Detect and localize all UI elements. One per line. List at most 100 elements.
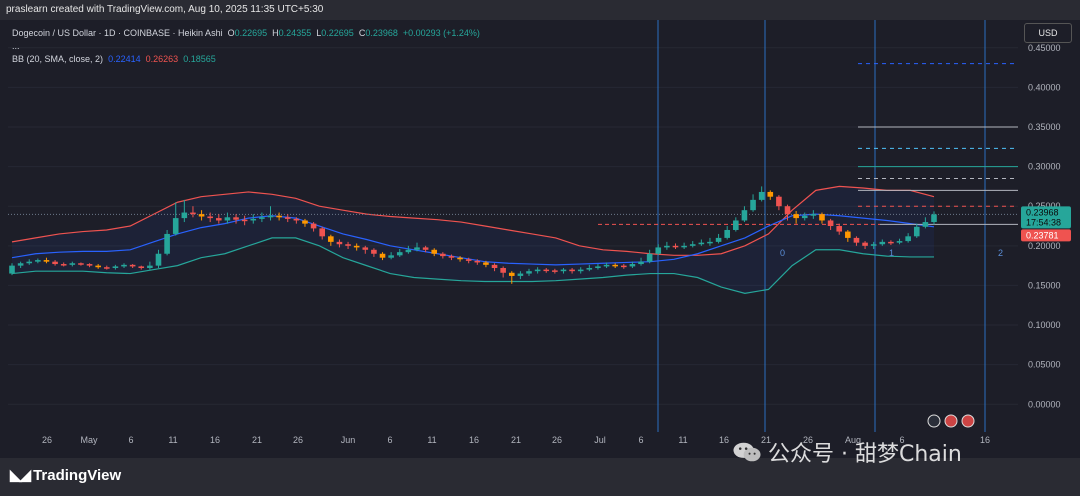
candle-body <box>448 256 455 258</box>
candle-body <box>896 241 903 243</box>
bb-row[interactable]: BB (20, SMA, close, 2) 0.22414 0.26263 0… <box>12 53 480 66</box>
wechat-icon <box>733 442 761 462</box>
candle-body <box>284 217 291 219</box>
candle-body <box>164 233 170 254</box>
high-value: 0.24355 <box>278 28 312 38</box>
chart-legend: Dogecoin / US Dollar · 1D · COINBASE · H… <box>12 27 480 66</box>
x-tick-label: 26 <box>293 435 303 445</box>
candle-body <box>827 220 834 227</box>
candle-body <box>172 218 179 234</box>
candle-body <box>715 237 722 242</box>
candle-body <box>905 236 911 242</box>
y-tick-label: 0.00000 <box>1028 399 1061 409</box>
candle-body <box>69 263 76 265</box>
close-value: 0.23968 <box>365 28 398 38</box>
x-tick-label: Jul <box>594 435 606 445</box>
candle-body <box>672 245 679 248</box>
candle-body <box>586 268 593 270</box>
candle-body <box>836 226 843 232</box>
x-tick-label: 6 <box>387 435 392 445</box>
candle-body <box>603 264 610 267</box>
publisher-bar: praslearn created with TradingView.com, … <box>0 0 1080 20</box>
x-tick-label: 6 <box>638 435 643 445</box>
fib-level-label: 1 <box>889 248 894 258</box>
candle-body <box>646 253 653 262</box>
candle-body <box>931 214 937 223</box>
tradingview-logo: ◣◢ TradingView <box>10 466 122 485</box>
candle-body <box>293 218 300 221</box>
candle-body <box>121 264 127 267</box>
candle-body <box>517 273 524 276</box>
candle-body <box>810 214 817 216</box>
candle-body <box>371 249 377 254</box>
candle-body <box>440 253 446 257</box>
symbol-title: Dogecoin / US Dollar · 1D · COINBASE · H… <box>12 28 223 38</box>
candle-body <box>595 266 601 269</box>
x-tick-label: 16 <box>210 435 220 445</box>
candle-body <box>95 265 101 268</box>
candle-body <box>86 264 93 266</box>
x-tick-label: 26 <box>552 435 562 445</box>
candle-body <box>552 270 558 272</box>
x-tick-label: 16 <box>469 435 479 445</box>
y-tick-label: 0.15000 <box>1028 280 1061 290</box>
candle-body <box>724 229 730 238</box>
candle-body <box>577 269 584 272</box>
y-tick-label: 0.35000 <box>1028 122 1061 132</box>
candle-body <box>664 245 670 248</box>
candle-body <box>913 226 920 237</box>
price-chart[interactable]: 0 1 20.450000.400000.350000.300000.250000.… <box>0 20 1080 458</box>
candle-body <box>508 272 515 276</box>
currency-button[interactable]: USD <box>1024 23 1072 43</box>
candle-body <box>328 236 334 242</box>
candle-body <box>138 266 145 269</box>
candle-body <box>465 259 472 261</box>
candle-body <box>207 216 213 219</box>
candle-body <box>414 247 420 250</box>
candle-body <box>491 264 498 269</box>
candle-body <box>526 271 532 274</box>
candle-body <box>922 222 929 227</box>
candle-body <box>620 265 627 268</box>
candle-body <box>629 264 636 267</box>
candle-body <box>181 212 188 219</box>
y-tick-label: 0.10000 <box>1028 320 1061 330</box>
symbol-row: Dogecoin / US Dollar · 1D · COINBASE · H… <box>12 27 480 40</box>
y-tick-label: 0.05000 <box>1028 360 1061 370</box>
x-tick-label: 16 <box>719 435 729 445</box>
candle-body <box>707 241 713 244</box>
event-flag-icon <box>961 414 975 428</box>
candle-body <box>793 214 799 219</box>
x-tick-label: 21 <box>252 435 262 445</box>
low-value: 0.22695 <box>321 28 354 38</box>
candle-body <box>26 261 33 264</box>
legend-ellipsis[interactable]: ... <box>12 40 480 53</box>
candle-body <box>233 217 239 220</box>
candle-body <box>560 269 567 272</box>
candle-body <box>534 269 541 272</box>
candle-body <box>250 218 257 221</box>
x-tick-label: 11 <box>678 435 687 445</box>
bb-title: BB (20, SMA, close, 2) <box>12 54 104 64</box>
chart-area[interactable]: 0 1 2 0.45000 0.40000 0.35000 0.30000 0.25000 0.… <box>0 20 1080 458</box>
candle-body <box>216 218 222 221</box>
tradingview-brand: TradingView <box>33 466 122 484</box>
candle-body <box>879 241 886 245</box>
candle-body <box>474 260 481 263</box>
tv-logo-icon: ◣◢ <box>10 467 31 484</box>
candle-body <box>60 264 67 266</box>
candle-body <box>689 244 696 246</box>
candle-body <box>483 262 489 265</box>
x-tick-label: 11 <box>427 435 436 445</box>
candle-body <box>776 196 782 207</box>
countdown-text: 17:54:38 <box>1026 217 1061 227</box>
candle-body <box>129 264 136 267</box>
candle-body <box>345 244 351 246</box>
candle-body <box>336 241 343 245</box>
candle-body <box>638 261 644 265</box>
candle-body <box>698 242 705 245</box>
change-value: +0.00293 (+1.24%) <box>402 28 480 38</box>
candle-body <box>853 237 860 243</box>
candle-body <box>388 255 394 258</box>
x-tick-label: 11 <box>168 435 177 445</box>
